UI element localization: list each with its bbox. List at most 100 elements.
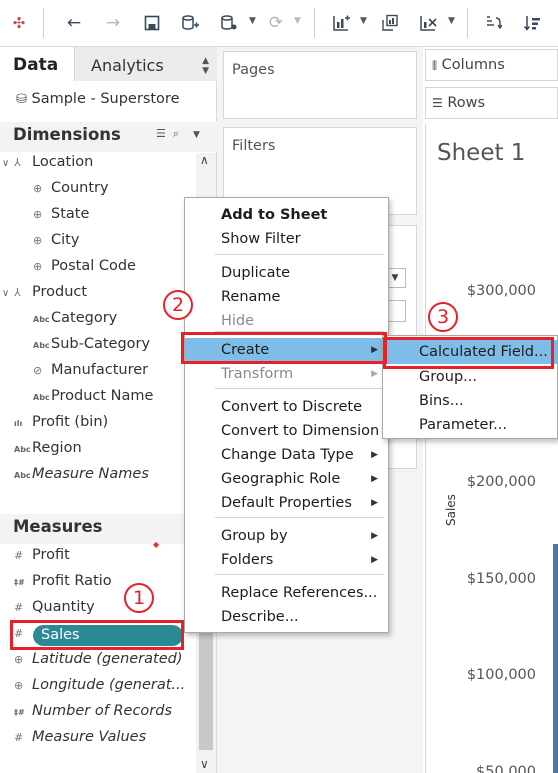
- field-item[interactable]: ⊕ Latitude (generated): [14, 651, 183, 675]
- menu-item-label: Add to Sheet: [221, 207, 328, 223]
- dimensions-menu-caret-icon[interactable]: ▼: [193, 130, 200, 140]
- field-item[interactable]: ⊕ Country: [33, 180, 109, 204]
- new-datasource-icon[interactable]: [178, 11, 202, 35]
- menu-item-default-properties[interactable]: Default Properties ▶: [185, 491, 388, 515]
- step3-badge: 3: [428, 302, 458, 332]
- forward-arrow-icon[interactable]: →: [101, 11, 125, 35]
- menu-item-rename[interactable]: Rename: [185, 285, 388, 309]
- field-item[interactable]: ⊕ State: [33, 206, 89, 230]
- menu-item-label: Rename: [221, 289, 281, 305]
- field-context-menu: Add to Sheet Show Filter Duplicate Rename Hi…: [184, 197, 389, 633]
- sheet-view[interactable]: Sheet 1 $300,000 $200,000 $150,000 $100,…: [425, 124, 558, 773]
- clear-sheet-caret-icon[interactable]: ▼: [448, 16, 455, 26]
- menu-item-describe[interactable]: Describe...: [185, 605, 388, 629]
- field-item[interactable]: AbcSub-Category: [33, 336, 150, 360]
- menu-item-folders[interactable]: Folders ▶: [185, 548, 388, 572]
- menu-item-change-data-type[interactable]: Change Data Type ▶: [185, 443, 388, 467]
- rows-shelf[interactable]: ☰ Rows: [425, 87, 558, 119]
- abc-icon: Abc: [33, 393, 50, 402]
- field-label: Number of Records: [32, 703, 173, 719]
- step2-highlight-box: [181, 332, 387, 364]
- tab-analytics[interactable]: Analytics ▲ ▼: [74, 47, 217, 81]
- datasource-icon[interactable]: [217, 11, 241, 35]
- new-worksheet-caret-icon[interactable]: ▼: [360, 16, 367, 26]
- refresh-dropdown-caret-icon[interactable]: ▼: [294, 16, 301, 26]
- submenu-item-bins[interactable]: Bins...: [383, 389, 557, 413]
- field-item[interactable]: ‡# Profit Ratio: [14, 573, 112, 597]
- sheet-title[interactable]: Sheet 1: [437, 140, 525, 166]
- menu-item-convert-to-discrete[interactable]: Convert to Discrete: [185, 395, 388, 419]
- field-item[interactable]: ⊕ City: [33, 232, 79, 256]
- field-label: Latitude (generated): [32, 651, 183, 667]
- menu-item-label: Folders: [221, 552, 274, 568]
- menu-item-show-filter[interactable]: Show Filter: [185, 227, 388, 251]
- duplicate-sheet-icon[interactable]: [378, 11, 402, 35]
- field-item[interactable]: AbcProduct Name: [33, 388, 153, 412]
- expand-toggle-icon[interactable]: ∨: [2, 158, 9, 169]
- sales-bar[interactable]: [553, 544, 558, 773]
- back-arrow-icon[interactable]: ←: [62, 11, 86, 35]
- pages-card[interactable]: Pages: [223, 51, 417, 119]
- save-icon[interactable]: [140, 11, 164, 35]
- field-label: Postal Code: [51, 258, 136, 274]
- menu-item-label: Replace References...: [221, 585, 378, 601]
- menu-item-add-to-sheet[interactable]: Add to Sheet: [185, 203, 388, 227]
- menu-item-replace-references[interactable]: Replace References...: [185, 581, 388, 605]
- field-label: Sub-Category: [51, 336, 151, 352]
- datasource-dropdown-caret-icon[interactable]: ▼: [249, 16, 256, 26]
- toolbar: ✣ ← → ▼ ⟳ ▼ ▼ ▼: [0, 0, 558, 47]
- step2-badge: 2: [163, 290, 193, 320]
- menu-item-label: Geographic Role: [221, 471, 341, 487]
- datasource-item[interactable]: ⛁ Sample - Superstore: [16, 91, 180, 107]
- new-worksheet-icon[interactable]: [329, 11, 353, 35]
- submenu-arrow-icon: ▶: [371, 474, 378, 484]
- field-label: Measure Names: [32, 466, 149, 482]
- menu-item-label: Describe...: [221, 609, 299, 625]
- tab-data[interactable]: Data: [13, 55, 58, 75]
- menu-item-hide[interactable]: Hide: [185, 309, 388, 333]
- menu-item-geographic-role[interactable]: Geographic Role ▶: [185, 467, 388, 491]
- field-item[interactable]: ‡# Number of Records: [14, 703, 172, 727]
- tableau-logo-icon[interactable]: ✣: [7, 11, 31, 35]
- sort-icon[interactable]: [520, 11, 544, 35]
- list-view-icon[interactable]: ☰: [156, 127, 166, 140]
- field-item[interactable]: ılı Profit (bin): [14, 414, 108, 438]
- columns-shelf[interactable]: ⫼ Columns: [425, 49, 558, 81]
- abc-icon: Abc: [33, 315, 50, 324]
- globe-icon: ⊕: [33, 208, 43, 221]
- globe-icon: ⊕: [33, 260, 43, 273]
- y-tick: $150,000: [466, 571, 536, 587]
- field-label: Profit (bin): [32, 414, 109, 430]
- menu-separator: [215, 574, 384, 575]
- field-item[interactable]: ⊕ Longitude (generat...: [14, 677, 185, 701]
- field-item[interactable]: ⅄ Location: [14, 154, 93, 178]
- submenu-item-parameter[interactable]: Parameter...: [383, 413, 557, 437]
- menu-item-duplicate[interactable]: Duplicate: [185, 261, 388, 285]
- swap-icon[interactable]: [481, 11, 505, 35]
- menu-item-transform[interactable]: Transform ▶: [185, 362, 388, 386]
- scroll-down-icon[interactable]: ∨: [200, 757, 209, 771]
- field-item[interactable]: AbcMeasure Names: [14, 466, 149, 490]
- refresh-icon[interactable]: ⟳: [264, 11, 288, 35]
- field-item[interactable]: ⊘ Manufacturer: [33, 362, 148, 386]
- submenu-arrow-icon: ▶: [371, 498, 378, 508]
- menu-item-label: Transform: [221, 366, 294, 382]
- menu-separator: [215, 254, 384, 255]
- scroll-up-icon[interactable]: ∧: [200, 153, 209, 167]
- menu-item-label: Convert to Discrete: [221, 399, 362, 415]
- clear-sheet-icon[interactable]: [416, 11, 440, 35]
- tab-switch-icon[interactable]: ▲ ▼: [202, 56, 209, 76]
- field-item[interactable]: ⊕ Postal Code: [33, 258, 136, 282]
- field-item[interactable]: # Measure Values: [14, 729, 146, 753]
- field-item[interactable]: AbcRegion: [14, 440, 82, 464]
- columns-label: Columns: [441, 57, 505, 73]
- field-item[interactable]: # Profit: [14, 547, 70, 571]
- field-item[interactable]: AbcCategory: [33, 310, 117, 334]
- globe-icon: ⊕: [14, 679, 24, 692]
- field-item[interactable]: ⅄ Product: [14, 284, 87, 308]
- paperclip-icon: ⊘: [33, 364, 43, 377]
- expand-toggle-icon[interactable]: ∨: [2, 288, 9, 299]
- menu-item-group-by[interactable]: Group by ▶: [185, 524, 388, 548]
- menu-item-convert-to-dimension[interactable]: Convert to Dimension: [185, 419, 388, 443]
- search-icon[interactable]: ⌕: [173, 127, 179, 140]
